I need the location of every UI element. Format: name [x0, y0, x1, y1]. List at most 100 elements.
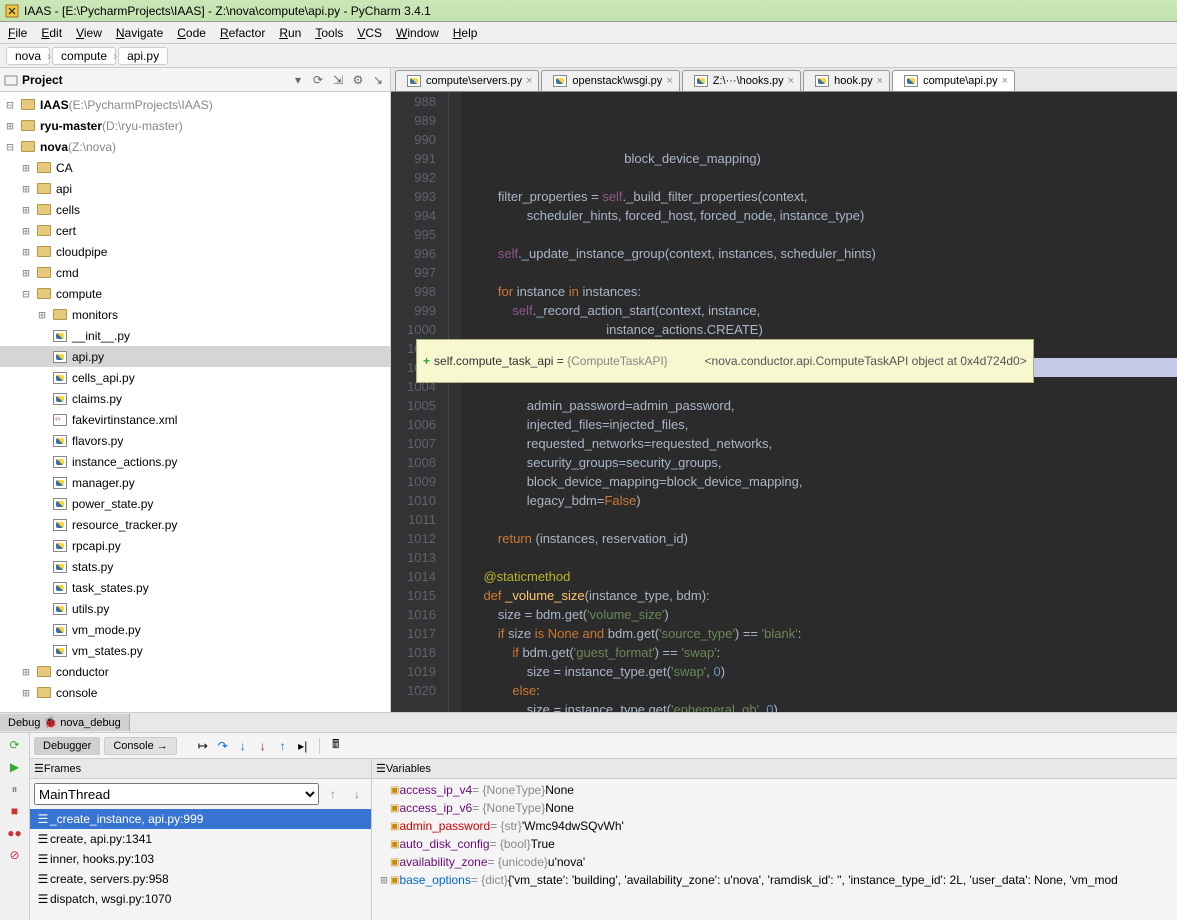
expand-icon[interactable]: ⊞: [20, 224, 32, 238]
variable-list[interactable]: ▣ access_ip_v4 = {NoneType} None ▣ acces…: [372, 779, 1177, 920]
tree-item[interactable]: utils.py: [0, 598, 390, 619]
expand-icon[interactable]: ⊞: [4, 119, 16, 133]
tree-item[interactable]: vm_mode.py: [0, 619, 390, 640]
variable-row[interactable]: ▣ availability_zone = {unicode} u'nova': [374, 853, 1175, 871]
frame-row[interactable]: ☰create, api.py:1341: [30, 829, 371, 849]
menu-view[interactable]: View: [76, 26, 102, 40]
crumb-2[interactable]: api.py: [118, 47, 168, 65]
debugger-tab[interactable]: Debugger: [34, 737, 100, 755]
tree-item[interactable]: ⊟compute: [0, 283, 390, 304]
expand-icon[interactable]: ⊞: [20, 266, 32, 280]
close-icon[interactable]: ×: [526, 75, 532, 87]
tree-item[interactable]: ⊞conductor: [0, 661, 390, 682]
menu-navigate[interactable]: Navigate: [116, 26, 163, 40]
expand-icon[interactable]: ⊞: [20, 686, 32, 700]
scope-dropdown-icon[interactable]: ▾: [290, 72, 306, 88]
view-breakpoints-icon[interactable]: ●●: [7, 825, 23, 841]
expand-icon[interactable]: ⊞: [20, 161, 32, 175]
frame-row[interactable]: ☰create, servers.py:958: [30, 869, 371, 889]
tree-item[interactable]: ⊟nova (Z:\nova): [0, 136, 390, 157]
autoscroll-icon[interactable]: ⟳: [310, 72, 326, 88]
editor-tab[interactable]: compute\api.py×: [892, 70, 1015, 91]
editor-tab[interactable]: hook.py×: [803, 70, 890, 91]
menu-file[interactable]: File: [8, 26, 27, 40]
show-execution-point-icon[interactable]: ↦: [195, 738, 211, 754]
tree-item[interactable]: resource_tracker.py: [0, 514, 390, 535]
crumb-0[interactable]: nova: [6, 47, 50, 65]
menu-tools[interactable]: Tools: [315, 26, 343, 40]
resume-icon[interactable]: ▶: [7, 759, 23, 775]
tree-item[interactable]: ⊞cert: [0, 220, 390, 241]
tree-item[interactable]: task_states.py: [0, 577, 390, 598]
step-out-icon[interactable]: ↑: [275, 738, 291, 754]
editor-tab[interactable]: Z:\···\hooks.py×: [682, 70, 801, 91]
close-icon[interactable]: ×: [1002, 75, 1008, 87]
tree-item[interactable]: __init__.py: [0, 325, 390, 346]
tree-item[interactable]: flavors.py: [0, 430, 390, 451]
settings-icon[interactable]: ⚙: [350, 72, 366, 88]
step-into-icon[interactable]: ↓: [235, 738, 251, 754]
crumb-1[interactable]: compute: [52, 47, 116, 65]
tree-item[interactable]: vm_states.py: [0, 640, 390, 661]
thread-selector[interactable]: MainThread: [34, 783, 319, 805]
rerun-icon[interactable]: ⟳: [7, 737, 23, 753]
tree-item[interactable]: cells_api.py: [0, 367, 390, 388]
tree-item[interactable]: fakevirtinstance.xml: [0, 409, 390, 430]
close-icon[interactable]: ×: [788, 75, 794, 87]
menu-edit[interactable]: Edit: [41, 26, 62, 40]
tree-item[interactable]: ⊞cloudpipe: [0, 241, 390, 262]
collapse-icon[interactable]: ⇲: [330, 72, 346, 88]
tree-item[interactable]: ⊞api: [0, 178, 390, 199]
menu-refactor[interactable]: Refactor: [220, 26, 265, 40]
editor-tab[interactable]: compute\servers.py×: [395, 70, 539, 91]
menu-vcs[interactable]: VCS: [357, 26, 382, 40]
variable-row[interactable]: ▣ access_ip_v4 = {NoneType} None: [374, 781, 1175, 799]
console-tab[interactable]: Console →: [104, 737, 176, 755]
expand-icon[interactable]: ⊟: [4, 140, 16, 154]
pause-icon[interactable]: ⏸: [7, 781, 23, 797]
evaluate-icon[interactable]: 🖩: [328, 738, 344, 754]
editor-tab[interactable]: openstack\wsgi.py×: [541, 70, 679, 91]
project-tree[interactable]: ⊟IAAS (E:\PycharmProjects\IAAS)⊞ryu-mast…: [0, 92, 390, 712]
expand-icon[interactable]: ⊞: [20, 182, 32, 196]
menu-help[interactable]: Help: [453, 26, 478, 40]
tree-item[interactable]: stats.py: [0, 556, 390, 577]
tree-item[interactable]: api.py: [0, 346, 390, 367]
stop-icon[interactable]: ■: [7, 803, 23, 819]
expand-icon[interactable]: ⊞: [20, 665, 32, 679]
tree-item[interactable]: instance_actions.py: [0, 451, 390, 472]
step-over-icon[interactable]: ↷: [215, 738, 231, 754]
expand-icon[interactable]: ⊟: [20, 287, 32, 301]
menu-window[interactable]: Window: [396, 26, 439, 40]
expand-icon[interactable]: ⊞: [36, 308, 48, 322]
menu-code[interactable]: Code: [177, 26, 206, 40]
expand-icon[interactable]: ⊟: [4, 98, 16, 112]
frame-row[interactable]: ☰_create_instance, api.py:999: [30, 809, 371, 829]
tree-item[interactable]: manager.py: [0, 472, 390, 493]
tree-item[interactable]: claims.py: [0, 388, 390, 409]
mute-breakpoints-icon[interactable]: ⊘: [7, 847, 23, 863]
variable-row[interactable]: ▣ auto_disk_config = {bool} True: [374, 835, 1175, 853]
tree-item[interactable]: ⊞cmd: [0, 262, 390, 283]
variable-row[interactable]: ▣ access_ip_v6 = {NoneType} None: [374, 799, 1175, 817]
tree-item[interactable]: ⊞CA: [0, 157, 390, 178]
expand-icon[interactable]: ⊞: [20, 203, 32, 217]
tree-item[interactable]: ⊟IAAS (E:\PycharmProjects\IAAS): [0, 94, 390, 115]
code-editor[interactable]: 9889899909919929939949959969979989991000…: [391, 92, 1177, 712]
variable-row[interactable]: ▣ admin_password = {str} 'Wmc94dwSQvWh': [374, 817, 1175, 835]
code-area[interactable]: + self.compute_task_api = {ComputeTaskAP…: [461, 92, 1177, 712]
force-step-into-icon[interactable]: ↓: [255, 738, 271, 754]
expand-icon[interactable]: ⊞: [378, 873, 390, 887]
frame-row[interactable]: ☰inner, hooks.py:103: [30, 849, 371, 869]
frame-list[interactable]: ☰_create_instance, api.py:999☰create, ap…: [30, 809, 371, 920]
tree-item[interactable]: power_state.py: [0, 493, 390, 514]
tree-item[interactable]: ⊞cells: [0, 199, 390, 220]
expand-icon[interactable]: ⊞: [20, 245, 32, 259]
frame-up-icon[interactable]: ↑: [323, 784, 343, 804]
variable-row[interactable]: ⊞ ▣ base_options = {dict} {'vm_state': '…: [374, 871, 1175, 889]
tree-item[interactable]: rpcapi.py: [0, 535, 390, 556]
tree-item[interactable]: ⊞console: [0, 682, 390, 703]
tree-item[interactable]: ⊞ryu-master (D:\ryu-master): [0, 115, 390, 136]
close-icon[interactable]: ×: [666, 75, 672, 87]
run-to-cursor-icon[interactable]: ▸|: [295, 738, 311, 754]
